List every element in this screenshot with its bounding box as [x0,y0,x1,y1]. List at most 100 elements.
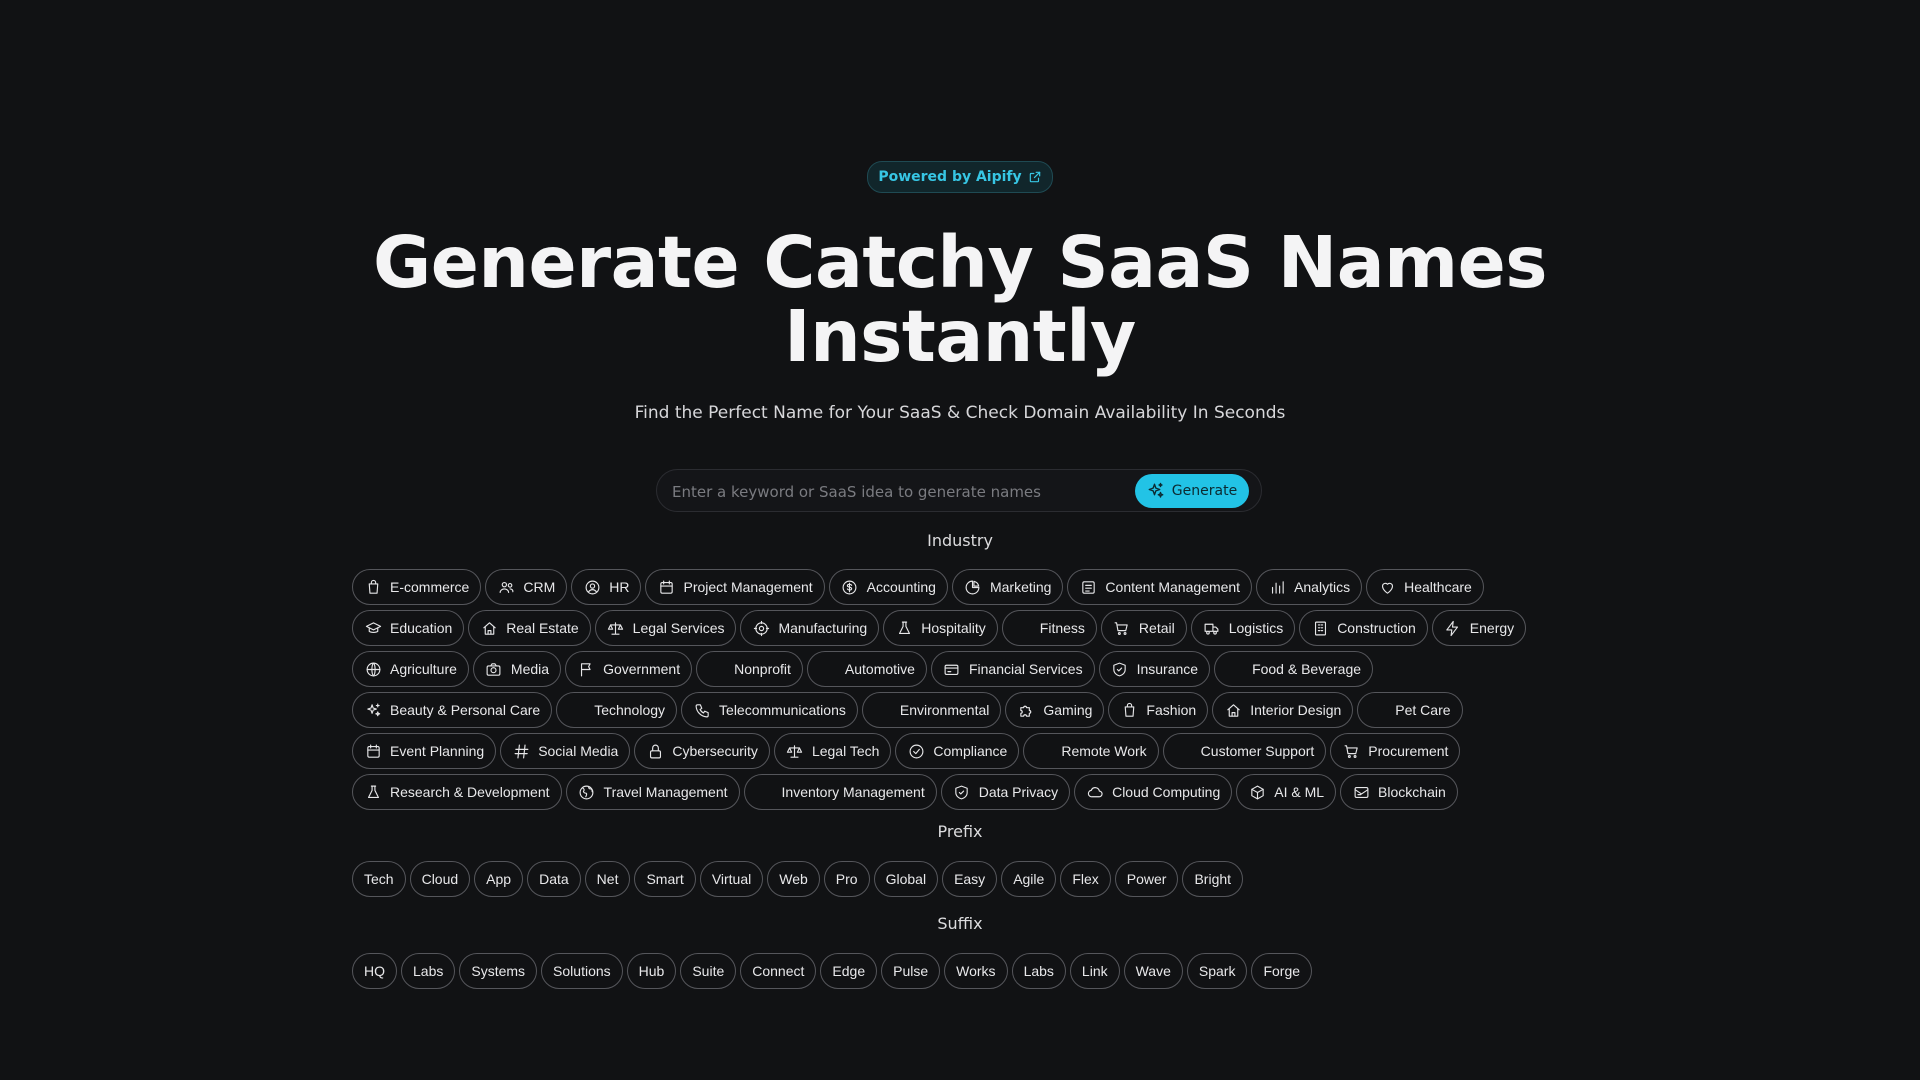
industry-chip-ai-and-ml[interactable]: AI & ML [1236,774,1337,810]
industry-chip-environmental[interactable]: Environmental [861,692,1002,728]
suffix-chip-solutions[interactable]: Solutions [541,953,623,989]
prefix-chip-agile[interactable]: Agile [1001,861,1057,897]
industry-chip-nonprofit[interactable]: Nonprofit [696,651,803,687]
suffix-chip-label: Suite [692,963,725,979]
industry-chip-technology[interactable]: Technology [556,692,678,728]
suffix-chip-pulse[interactable]: Pulse [881,953,941,989]
industry-chip-label: Agriculture [390,661,457,677]
industry-chip-logistics[interactable]: Logistics [1190,610,1296,646]
users-icon [497,578,515,596]
suffix-chip-wave[interactable]: Wave [1123,953,1183,989]
industry-chip-marketing[interactable]: Marketing [951,569,1064,605]
industry-chip-research-and-development[interactable]: Research & Development [352,774,562,810]
industry-chip-label: Logistics [1228,620,1284,636]
suffix-chip-labs[interactable]: Labs [401,953,456,989]
industry-chip-project-management[interactable]: Project Management [645,569,825,605]
industry-chip-label: Fitness [1039,620,1085,636]
industry-chip-social-media[interactable]: Social Media [500,733,631,769]
icon-placeholder [1226,660,1244,678]
suffix-chip-works[interactable]: Works [944,953,1008,989]
prefix-chip-easy[interactable]: Easy [942,861,998,897]
suffix-chip-labs[interactable]: Labs [1011,953,1066,989]
industry-chip-blockchain[interactable]: Blockchain [1340,774,1458,810]
industry-chip-media[interactable]: Media [472,651,562,687]
industry-chip-travel-management[interactable]: Travel Management [565,774,740,810]
scale-icon [607,619,625,637]
industry-chip-label: Media [510,661,550,677]
industry-chip-inventory-management[interactable]: Inventory Management [743,774,937,810]
industry-chip-hr[interactable]: HR [571,569,642,605]
industry-chip-legal-services[interactable]: Legal Services [594,610,737,646]
cube-icon [1248,783,1266,801]
industry-chip-real-estate[interactable]: Real Estate [468,610,591,646]
prefix-chip-label: Data [539,871,569,887]
industry-chip-government[interactable]: Government [565,651,693,687]
industry-chip-cybersecurity[interactable]: Cybersecurity [634,733,770,769]
industry-chip-e-commerce[interactable]: E-commerce [352,569,482,605]
industry-chip-interior-design[interactable]: Interior Design [1212,692,1354,728]
keyword-input[interactable] [670,470,1124,513]
industry-chip-insurance[interactable]: Insurance [1098,651,1211,687]
industry-chip-education[interactable]: Education [352,610,465,646]
prefix-chip-tech[interactable]: Tech [352,861,406,897]
prefix-chip-power[interactable]: Power [1114,861,1179,897]
industry-chip-gaming[interactable]: Gaming [1005,692,1105,728]
industry-chip-hospitality[interactable]: Hospitality [883,610,998,646]
prefix-chip-data[interactable]: Data [527,861,581,897]
suffix-chip-hub[interactable]: Hub [626,953,677,989]
industry-chip-crm[interactable]: CRM [485,569,568,605]
suffix-chip-systems[interactable]: Systems [459,953,538,989]
prefix-chip-global[interactable]: Global [873,861,939,897]
generate-button[interactable]: Generate [1135,474,1249,508]
prefix-chip-pro[interactable]: Pro [823,861,870,897]
suffix-chip-forge[interactable]: Forge [1251,953,1313,989]
industry-chip-agriculture[interactable]: Agriculture [352,651,469,687]
industry-chip-procurement[interactable]: Procurement [1330,733,1461,769]
prefix-chip-smart[interactable]: Smart [634,861,696,897]
prefix-chip-app[interactable]: App [474,861,524,897]
industry-chip-retail[interactable]: Retail [1100,610,1187,646]
industry-chip-content-management[interactable]: Content Management [1067,569,1253,605]
industry-chip-automotive[interactable]: Automotive [806,651,927,687]
industry-chip-event-planning[interactable]: Event Planning [352,733,497,769]
industry-chip-label: Telecommunications [719,702,846,718]
powered-by-link[interactable]: Powered by Aipify [867,161,1053,193]
suffix-chip-link[interactable]: Link [1069,953,1120,989]
industry-chip-customer-support[interactable]: Customer Support [1162,733,1327,769]
prefix-chip-flex[interactable]: Flex [1060,861,1111,897]
industry-chip-fitness[interactable]: Fitness [1001,610,1097,646]
prefix-chip-web[interactable]: Web [767,861,820,897]
suffix-chip-label: Labs [413,963,444,979]
industry-chip-financial-services[interactable]: Financial Services [930,651,1095,687]
prefix-chip-label: Pro [835,871,858,887]
prefix-chip-net[interactable]: Net [584,861,631,897]
industry-chip-analytics[interactable]: Analytics [1256,569,1363,605]
industry-chip-cloud-computing[interactable]: Cloud Computing [1074,774,1233,810]
industry-chip-food-and-beverage[interactable]: Food & Beverage [1214,651,1374,687]
suffix-chip-suite[interactable]: Suite [680,953,737,989]
industry-chip-remote-work[interactable]: Remote Work [1023,733,1159,769]
industry-chip-data-privacy[interactable]: Data Privacy [940,774,1071,810]
suffix-chip-connect[interactable]: Connect [740,953,817,989]
industry-chip-construction[interactable]: Construction [1299,610,1428,646]
industry-chip-legal-tech[interactable]: Legal Tech [773,733,892,769]
icon-placeholder [1035,742,1053,760]
industry-chip-healthcare[interactable]: Healthcare [1366,569,1484,605]
calendar-icon [364,742,382,760]
industry-chip-beauty-and-personal-care[interactable]: Beauty & Personal Care [352,692,553,728]
suffix-chip-edge[interactable]: Edge [820,953,878,989]
industry-chip-energy[interactable]: Energy [1431,610,1527,646]
prefix-chip-cloud[interactable]: Cloud [409,861,471,897]
industry-chip-compliance[interactable]: Compliance [895,733,1020,769]
industry-chip-telecommunications[interactable]: Telecommunications [681,692,858,728]
industry-chip-manufacturing[interactable]: Manufacturing [740,610,880,646]
industry-chip-fashion[interactable]: Fashion [1108,692,1209,728]
suffix-chip-hq[interactable]: HQ [352,953,397,989]
suffix-chip-spark[interactable]: Spark [1186,953,1248,989]
prefix-chip-virtual[interactable]: Virtual [699,861,764,897]
industry-chip-pet-care[interactable]: Pet Care [1357,692,1463,728]
user-circle-icon [583,578,601,596]
prefix-chip-bright[interactable]: Bright [1182,861,1244,897]
industry-chip-label: Education [390,620,453,636]
industry-chip-accounting[interactable]: Accounting [828,569,948,605]
